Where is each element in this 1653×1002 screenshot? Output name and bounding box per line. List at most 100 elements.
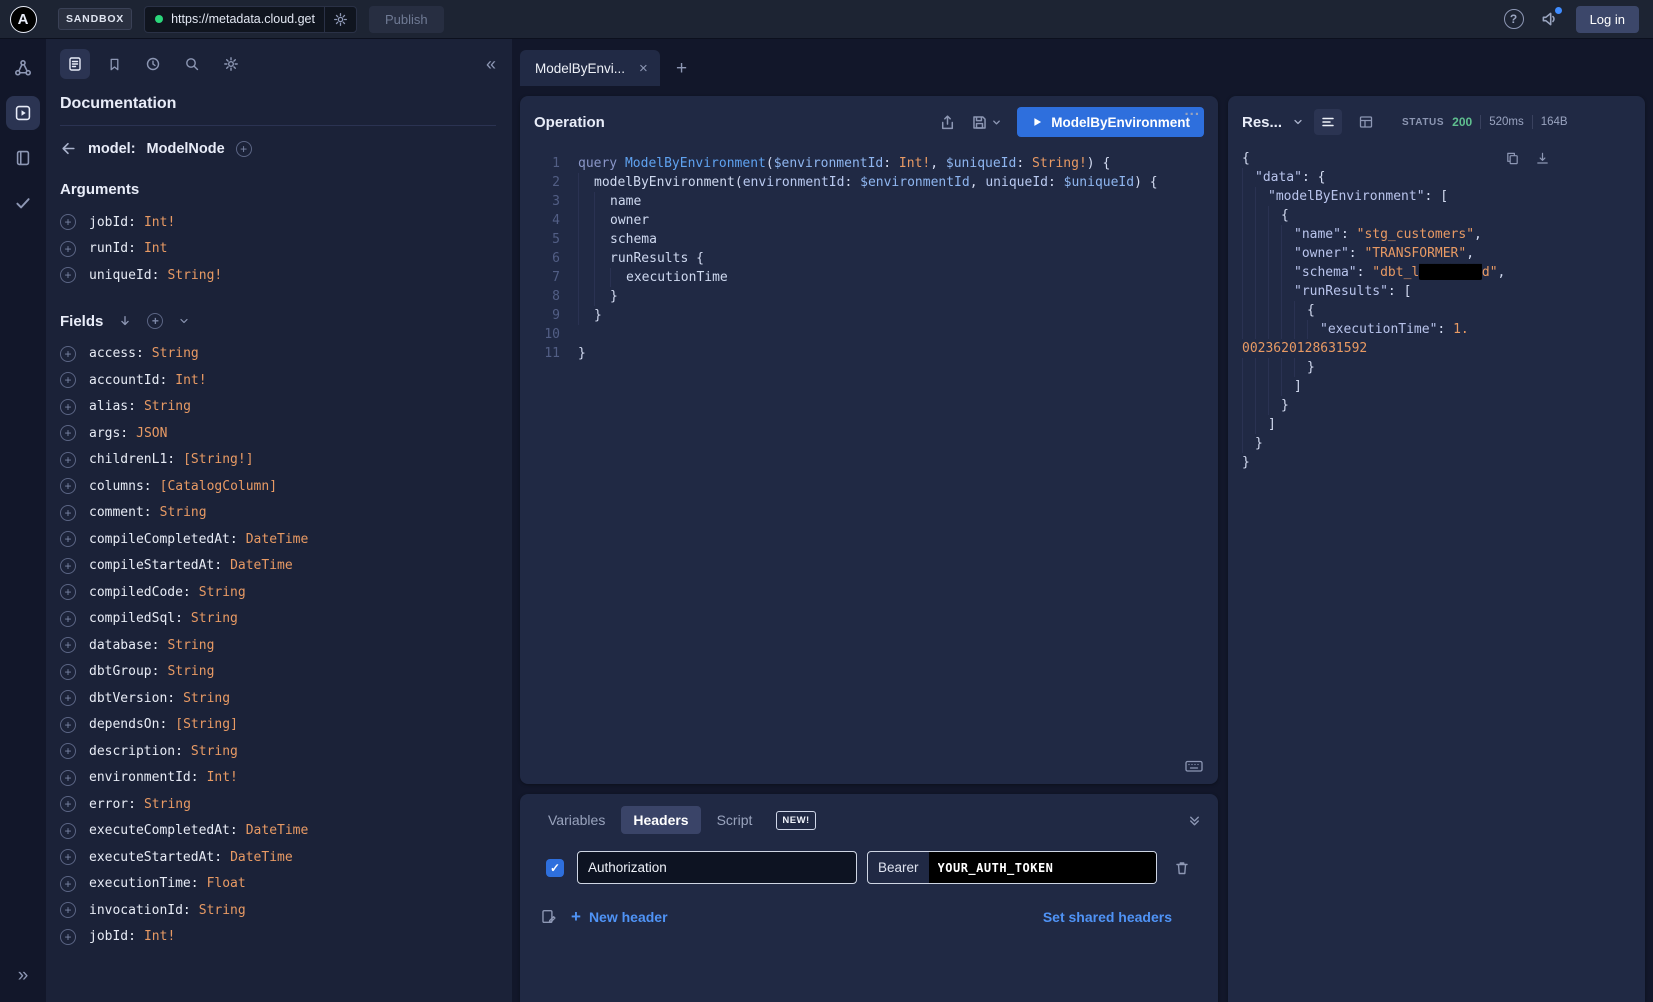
help-icon[interactable]: ?: [1504, 9, 1524, 29]
doc-field-row[interactable]: executionTime: Float: [60, 871, 496, 898]
code-line[interactable]: 11}: [534, 344, 1204, 363]
doc-field-row[interactable]: executeStartedAt:DateTime: [60, 844, 496, 871]
code-line[interactable]: 9}: [534, 306, 1204, 325]
add-field-icon[interactable]: [60, 399, 76, 415]
field-type[interactable]: Float: [207, 876, 246, 891]
endpoint-url-control[interactable]: https://metadata.cloud.get: [144, 6, 357, 33]
tab-headers[interactable]: Headers: [621, 806, 700, 834]
field-type[interactable]: Int: [144, 241, 167, 256]
field-type[interactable]: String: [152, 346, 199, 361]
field-name[interactable]: accountId:: [89, 373, 167, 388]
field-name[interactable]: database:: [89, 638, 159, 653]
doc-field-row[interactable]: invocationId:String: [60, 897, 496, 924]
add-field-icon[interactable]: [60, 214, 76, 230]
field-type[interactable]: String: [191, 611, 238, 626]
code-line[interactable]: 4owner: [534, 211, 1204, 230]
doc-field-row[interactable]: compileStartedAt:DateTime: [60, 553, 496, 580]
tab-script[interactable]: Script: [705, 806, 765, 834]
add-field-icon[interactable]: [60, 425, 76, 441]
field-name[interactable]: childrenL1:: [89, 452, 175, 467]
add-all-fields-icon[interactable]: [236, 141, 252, 157]
doc-field-row[interactable]: alias:String: [60, 394, 496, 421]
field-name[interactable]: compileCompletedAt:: [89, 532, 238, 547]
add-field-icon[interactable]: [60, 452, 76, 468]
share-operation-icon[interactable]: [939, 114, 956, 131]
field-name[interactable]: description:: [89, 744, 183, 759]
add-field-icon[interactable]: [60, 267, 76, 283]
publish-button[interactable]: Publish: [369, 6, 444, 33]
run-operation-button[interactable]: ModelByEnvironment: [1017, 107, 1204, 137]
field-name[interactable]: jobId:: [89, 215, 136, 230]
field-name[interactable]: environmentId:: [89, 770, 199, 785]
field-name[interactable]: executeCompletedAt:: [89, 823, 238, 838]
doc-field-row[interactable]: executeCompletedAt:DateTime: [60, 818, 496, 845]
sort-fields-icon[interactable]: [118, 314, 132, 328]
doc-field-row[interactable]: jobId:Int!: [60, 209, 496, 236]
field-type[interactable]: String: [160, 505, 207, 520]
field-type[interactable]: DateTime: [246, 532, 309, 547]
endpoint-url[interactable]: https://metadata.cloud.get: [171, 12, 315, 26]
field-type[interactable]: DateTime: [230, 850, 293, 865]
field-type[interactable]: String!: [167, 268, 222, 283]
field-name[interactable]: compiledSql:: [89, 611, 183, 626]
field-type[interactable]: String: [199, 903, 246, 918]
new-tab-icon[interactable]: +: [676, 59, 687, 78]
field-type[interactable]: DateTime: [230, 558, 293, 573]
field-name[interactable]: executionTime:: [89, 876, 199, 891]
add-field-icon[interactable]: [60, 558, 76, 574]
add-field-icon[interactable]: [60, 902, 76, 918]
notebook-icon[interactable]: [6, 141, 40, 175]
doc-field-row[interactable]: childrenL1:[String!]: [60, 447, 496, 474]
add-field-icon[interactable]: [60, 505, 76, 521]
field-type[interactable]: JSON: [136, 426, 167, 441]
saved-operations-icon[interactable]: [99, 49, 129, 79]
header-enabled-checkbox[interactable]: ✓: [546, 859, 564, 877]
breadcrumb-type[interactable]: ModelNode: [147, 141, 225, 157]
back-arrow-icon[interactable]: [60, 140, 77, 157]
add-field-icon[interactable]: [60, 611, 76, 627]
add-field-icon[interactable]: [60, 584, 76, 600]
doc-field-row[interactable]: description:String: [60, 738, 496, 765]
field-type[interactable]: String: [199, 585, 246, 600]
expand-rail-icon[interactable]: »: [6, 958, 40, 992]
add-field-icon[interactable]: [60, 531, 76, 547]
field-name[interactable]: columns:: [89, 479, 152, 494]
header-value-input[interactable]: [929, 852, 1156, 883]
field-name[interactable]: compiledCode:: [89, 585, 191, 600]
add-field-icon[interactable]: [60, 664, 76, 680]
table-view-icon[interactable]: [1352, 109, 1380, 135]
add-field-icon[interactable]: [60, 743, 76, 759]
add-fields-icon[interactable]: [147, 313, 163, 329]
doc-field-row[interactable]: error:String: [60, 791, 496, 818]
field-type[interactable]: Int!: [144, 929, 175, 944]
settings-gear-icon[interactable]: [216, 49, 246, 79]
doc-field-row[interactable]: uniqueId:String!: [60, 262, 496, 289]
add-field-icon[interactable]: [60, 637, 76, 653]
field-name[interactable]: dependsOn:: [89, 717, 167, 732]
doc-field-row[interactable]: compiledCode: String: [60, 579, 496, 606]
save-chevron-icon[interactable]: [991, 117, 1002, 128]
field-name[interactable]: dbtGroup:: [89, 664, 159, 679]
operation-editor[interactable]: 1query ModelByEnvironment($environmentId…: [520, 148, 1218, 784]
copy-response-icon[interactable]: [1505, 151, 1520, 166]
add-field-icon[interactable]: [60, 346, 76, 362]
keyboard-shortcuts-icon[interactable]: [1184, 758, 1204, 774]
doc-field-row[interactable]: environmentId:Int!: [60, 765, 496, 792]
doc-field-row[interactable]: compileCompletedAt: DateTime: [60, 526, 496, 553]
login-button[interactable]: Log in: [1576, 6, 1639, 33]
history-icon[interactable]: [138, 49, 168, 79]
code-line[interactable]: 5schema: [534, 230, 1204, 249]
doc-field-row[interactable]: args:JSON: [60, 420, 496, 447]
add-field-icon[interactable]: [60, 849, 76, 865]
response-menu-chevron-icon[interactable]: [1292, 116, 1304, 128]
set-shared-headers-link[interactable]: Set shared headers: [1043, 909, 1172, 925]
explorer-icon[interactable]: [6, 96, 40, 130]
code-line[interactable]: 2modelByEnvironment(environmentId: $envi…: [534, 173, 1204, 192]
doc-field-row[interactable]: dbtVersion:String: [60, 685, 496, 712]
field-name[interactable]: comment:: [89, 505, 152, 520]
field-name[interactable]: dbtVersion:: [89, 691, 175, 706]
search-icon[interactable]: [177, 49, 207, 79]
save-operation-group[interactable]: [971, 114, 1002, 131]
apollo-logo[interactable]: A: [0, 6, 46, 33]
add-field-icon[interactable]: [60, 770, 76, 786]
